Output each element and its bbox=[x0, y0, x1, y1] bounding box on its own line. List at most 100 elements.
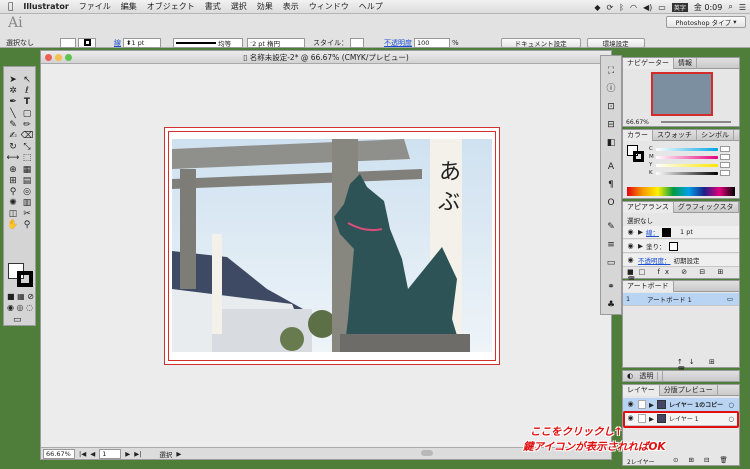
artboard-row[interactable]: 1 アートボード 1 ▭ bbox=[623, 293, 739, 306]
minimize-window-button[interactable] bbox=[55, 54, 62, 61]
expand-arrow-icon[interactable]: ▶ bbox=[649, 401, 654, 409]
last-page-icon[interactable]: ▶| bbox=[134, 450, 141, 458]
eyedropper-tool-icon[interactable]: ⚲ bbox=[6, 187, 20, 198]
target-circle-icon[interactable]: ○ bbox=[728, 401, 734, 409]
direct-selection-tool-icon[interactable]: ↖ bbox=[20, 75, 34, 86]
fill-stroke-widget[interactable] bbox=[8, 263, 34, 287]
info-panel-icon[interactable]: ⓘ bbox=[601, 80, 621, 98]
align-panel-icon[interactable]: ⊟ bbox=[601, 116, 621, 134]
next-page-icon[interactable]: ▶ bbox=[125, 450, 130, 458]
menu-file[interactable]: ファイル bbox=[74, 1, 116, 12]
tab-info[interactable]: 情報 bbox=[674, 57, 697, 69]
tab-separations-preview[interactable]: 分版プレビュー bbox=[660, 384, 718, 396]
free-transform-tool-icon[interactable]: ⬚ bbox=[20, 153, 34, 164]
tab-layers[interactable]: レイヤー bbox=[623, 384, 660, 396]
bluetooth-icon[interactable]: ᛒ bbox=[619, 3, 624, 12]
expand-arrow-icon[interactable]: ▶ bbox=[638, 242, 643, 250]
stroke-swatch-large[interactable] bbox=[17, 271, 33, 287]
menu-help[interactable]: ヘルプ bbox=[354, 1, 388, 12]
tab-swatches[interactable]: スウォッチ bbox=[653, 129, 697, 141]
menu-edit[interactable]: 編集 bbox=[116, 1, 142, 12]
visibility-eye-icon[interactable]: ◉ bbox=[626, 400, 635, 409]
tab-graphic-styles[interactable]: グラフィックスタ bbox=[674, 201, 739, 213]
navigator-zoom-slider[interactable] bbox=[661, 121, 731, 123]
menu-object[interactable]: オブジェクト bbox=[142, 1, 200, 12]
color-mode-buttons[interactable]: ■ ▦ ⊘ bbox=[7, 292, 34, 301]
blob-brush-tool-icon[interactable]: ✍ bbox=[6, 131, 20, 142]
artboard-options-icon[interactable]: ▭ bbox=[727, 295, 733, 303]
pen-tool-icon[interactable]: ✒ bbox=[6, 97, 20, 108]
opentype-panel-icon[interactable]: O bbox=[601, 194, 621, 212]
page-number-field[interactable]: 1 bbox=[99, 448, 122, 459]
ime-indicator[interactable]: 英字 bbox=[671, 2, 688, 12]
prev-page-icon[interactable]: ◀ bbox=[90, 450, 95, 458]
zoom-tool-icon[interactable]: ⚲ bbox=[20, 220, 34, 231]
layer-row-copy[interactable]: ◉ ▶ レイヤー 1のコピー ○ bbox=[623, 398, 739, 412]
menu-view[interactable]: 表示 bbox=[278, 1, 304, 12]
color-spectrum[interactable] bbox=[627, 187, 735, 196]
pencil-tool-icon[interactable]: ✏ bbox=[20, 120, 34, 131]
yellow-slider[interactable] bbox=[656, 163, 718, 167]
character-panel-icon[interactable]: A bbox=[601, 158, 621, 176]
magic-wand-tool-icon[interactable]: ✲ bbox=[6, 86, 20, 97]
navigator-zoom-field[interactable]: 66.67% bbox=[626, 119, 649, 126]
stroke-panel-icon[interactable]: ≡ bbox=[601, 236, 621, 254]
document-setup-button[interactable]: ドキュメント設定 bbox=[500, 37, 581, 48]
menu-window[interactable]: ウィンドウ bbox=[304, 1, 354, 12]
fill-swatch[interactable] bbox=[60, 37, 76, 48]
transform-panel-icon[interactable]: ⊡ bbox=[601, 98, 621, 116]
fill-color-swatch[interactable] bbox=[668, 241, 678, 251]
navigator-thumbnail[interactable] bbox=[651, 72, 713, 116]
black-field[interactable] bbox=[720, 170, 730, 176]
mesh-tool-icon[interactable]: ⊞ bbox=[6, 176, 20, 187]
expand-arrow-icon[interactable]: ▶ bbox=[638, 228, 643, 236]
cyan-field[interactable] bbox=[720, 146, 730, 152]
scale-tool-icon[interactable]: ⤡ bbox=[20, 142, 34, 153]
hand-tool-icon[interactable]: ✋ bbox=[6, 220, 20, 231]
visibility-eye-icon[interactable]: ◉ bbox=[626, 242, 635, 251]
stroke-color-swatch[interactable] bbox=[662, 227, 671, 237]
screen-mode-icon[interactable]: ▭ bbox=[13, 315, 22, 325]
dropbox-icon[interactable]: ◆ bbox=[594, 3, 600, 12]
placed-photo[interactable]: あ ぶ bbox=[172, 139, 492, 352]
menu-select[interactable]: 選択 bbox=[226, 1, 252, 12]
column-graph-tool-icon[interactable]: ▥ bbox=[20, 198, 34, 209]
tab-appearance[interactable]: アピアランス bbox=[623, 201, 674, 213]
type-tool-icon[interactable]: T bbox=[20, 97, 34, 108]
first-page-icon[interactable]: |◀ bbox=[79, 450, 86, 458]
menu-effect[interactable]: 効果 bbox=[252, 1, 278, 12]
line-tool-icon[interactable]: ╲ bbox=[6, 109, 20, 120]
menu-illustrator[interactable]: Illustrator bbox=[18, 2, 73, 11]
tab-color[interactable]: カラー bbox=[623, 129, 653, 141]
magenta-slider[interactable] bbox=[656, 155, 718, 159]
artboard-tool-icon[interactable]: ◫ bbox=[6, 209, 20, 220]
rectangle-tool-icon[interactable]: ▢ bbox=[20, 109, 34, 120]
cyan-slider[interactable] bbox=[656, 147, 718, 151]
layers-footer-buttons[interactable]: ⊙ ⊞ ⊟ 🗑 bbox=[673, 456, 732, 464]
visibility-eye-icon[interactable]: ◉ bbox=[626, 256, 635, 265]
navigator-panel-icon[interactable]: ⛶ bbox=[601, 62, 621, 80]
slice-tool-icon[interactable]: ✂ bbox=[20, 209, 34, 220]
clock[interactable]: 金 0:09 bbox=[694, 2, 723, 13]
eraser-tool-icon[interactable]: ⌫ bbox=[20, 131, 34, 142]
tab-symbols[interactable]: シンボル bbox=[697, 129, 734, 141]
selection-tool-icon[interactable]: ➤ bbox=[6, 75, 20, 86]
width-tool-icon[interactable]: ⟷ bbox=[6, 153, 20, 164]
magenta-field[interactable] bbox=[720, 154, 730, 160]
links-panel-icon[interactable]: ⚭ bbox=[601, 278, 621, 296]
perspective-grid-tool-icon[interactable]: ▦ bbox=[20, 165, 34, 176]
paintbrush-tool-icon[interactable]: ✎ bbox=[6, 120, 20, 131]
status-text[interactable]: 選択 bbox=[159, 449, 172, 459]
color-fill-stroke[interactable] bbox=[627, 145, 645, 163]
brushes-panel-icon[interactable]: ✎ bbox=[601, 218, 621, 236]
tab-navigator[interactable]: ナビゲーター bbox=[623, 57, 674, 69]
apple-icon[interactable]:  bbox=[0, 2, 18, 12]
pathfinder-panel-icon[interactable]: ◧ bbox=[601, 134, 621, 152]
workspace-switcher[interactable]: Photoshop タイプ ▾ bbox=[666, 16, 746, 28]
variable-width-profile[interactable]: 均等 bbox=[173, 37, 243, 48]
blend-tool-icon[interactable]: ◎ bbox=[20, 187, 34, 198]
opacity-field[interactable]: 100 bbox=[414, 37, 450, 48]
visibility-eye-icon[interactable]: ◉ bbox=[626, 228, 635, 237]
paragraph-panel-icon[interactable]: ¶ bbox=[601, 176, 621, 194]
canvas[interactable]: あ ぶ bbox=[41, 64, 611, 447]
